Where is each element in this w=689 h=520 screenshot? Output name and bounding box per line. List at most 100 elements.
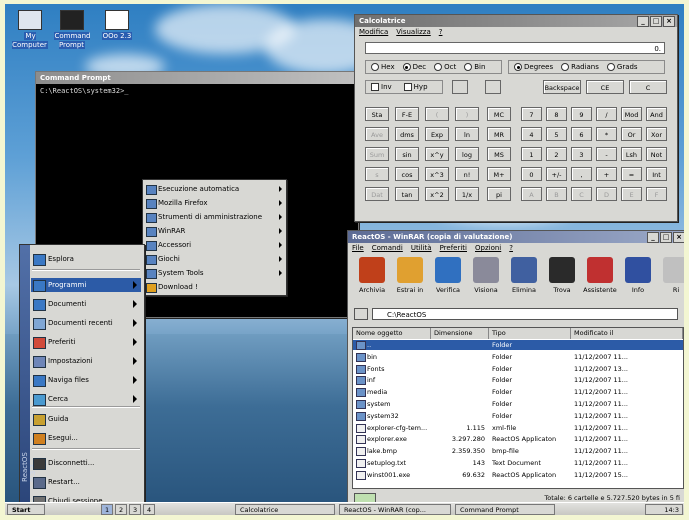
start-item-restart[interactable]: Restart... xyxy=(31,475,141,489)
toolbar-view-button[interactable]: Visiona xyxy=(468,255,504,294)
menu-?[interactable]: ? xyxy=(509,243,513,254)
column-modified[interactable]: Modificato il xyxy=(571,328,683,339)
calc-key[interactable]: / xyxy=(596,107,617,121)
folder-up-button[interactable] xyxy=(354,308,368,320)
calc-key[interactable]: C xyxy=(571,187,592,201)
toolbar-wizard-button[interactable]: Assistente xyxy=(582,255,618,294)
calc-key[interactable]: Dat xyxy=(365,187,389,201)
table-row[interactable]: inf Folder 11/12/2007 11... xyxy=(353,375,683,386)
calc-key[interactable]: 6 xyxy=(571,127,592,141)
minimize-button[interactable]: _ xyxy=(647,232,659,243)
table-row[interactable]: system Folder 11/12/2007 11... xyxy=(353,399,683,409)
calc-key[interactable]: Sta xyxy=(365,107,389,121)
minimize-button[interactable]: _ xyxy=(637,16,649,27)
calc-key[interactable]: Int xyxy=(646,167,667,181)
angle-radio-degrees[interactable]: Degrees xyxy=(514,63,553,71)
toolbar-extract-button[interactable]: Estrai in xyxy=(392,255,428,294)
calc-key[interactable]: x^y xyxy=(425,147,449,161)
calc-key[interactable]: E xyxy=(621,187,642,201)
c-button[interactable]: C xyxy=(629,80,667,94)
memory-key[interactable]: MR xyxy=(487,127,511,141)
table-row[interactable]: lake.bmp 2.359.350 bmp-file 11/12/2007 11..… xyxy=(353,446,683,457)
memory-key[interactable]: pi xyxy=(487,187,511,201)
column-name[interactable]: Nome oggetto xyxy=(353,328,431,339)
calc-key[interactable]: x^3 xyxy=(425,167,449,181)
desktop-switch-1[interactable]: 1 xyxy=(101,504,113,515)
calc-key[interactable]: F-E xyxy=(395,107,419,121)
task-command-prompt[interactable]: Command Prompt xyxy=(455,504,555,515)
table-row[interactable]: explorer.exe 3.297.280 ReactOS Applicaton 1… xyxy=(353,434,683,445)
table-row[interactable]: bin Folder 11/12/2007 11... xyxy=(353,352,683,362)
maximize-button[interactable]: □ xyxy=(650,16,662,27)
desktop-switch-4[interactable]: 4 xyxy=(143,504,155,515)
memory-key[interactable]: MC xyxy=(487,107,511,121)
submenu-item-system-tools[interactable]: System Tools xyxy=(143,267,286,280)
calc-key[interactable]: Or xyxy=(621,127,642,141)
calc-key[interactable]: Not xyxy=(646,147,667,161)
start-item-programmi[interactable]: Programmi xyxy=(31,278,141,292)
start-item-documenti-recenti[interactable]: Documenti recenti xyxy=(31,316,141,330)
table-row[interactable]: .. Folder xyxy=(353,340,683,350)
menu-help[interactable]: ? xyxy=(439,27,443,38)
toolbar-info-button[interactable]: Info xyxy=(620,255,656,294)
table-row[interactable]: Fonts Folder 11/12/2007 13... xyxy=(353,364,683,374)
calc-key[interactable]: 1 xyxy=(521,147,542,161)
menu-preferiti[interactable]: Preferiti xyxy=(440,243,467,254)
calc-key[interactable]: B xyxy=(546,187,567,201)
calc-key[interactable]: +/- xyxy=(546,167,567,181)
calc-key[interactable]: D xyxy=(596,187,617,201)
desktop-icon-my-computer[interactable]: My Computer xyxy=(8,10,52,50)
submenu-item-giochi[interactable]: Giochi xyxy=(143,253,286,266)
calc-key[interactable]: 4 xyxy=(521,127,542,141)
desktop-icon-ooo[interactable]: OOo 2.3 xyxy=(95,10,139,41)
base-radio-hex[interactable]: Hex xyxy=(371,63,395,71)
calc-key[interactable]: 5 xyxy=(546,127,567,141)
calc-key[interactable]: * xyxy=(596,127,617,141)
close-button[interactable]: × xyxy=(663,16,675,27)
calc-key[interactable]: 0 xyxy=(521,167,542,181)
table-row[interactable]: setuplog.txt 143 Text Document 11/12/2007 1… xyxy=(353,458,683,468)
angle-radio-grads[interactable]: Grads xyxy=(606,63,638,71)
start-item-naviga-files[interactable]: Naviga files xyxy=(31,373,141,387)
base-radio-dec[interactable]: Dec xyxy=(402,63,426,71)
calc-key[interactable]: A xyxy=(521,187,542,201)
calc-key[interactable]: Lsh xyxy=(621,147,642,161)
calc-key[interactable]: F xyxy=(646,187,667,201)
calculator-window[interactable]: Calcolatrice _ □ × Modifica Visualizza ?… xyxy=(354,14,678,222)
menu-opzioni[interactable]: Opzioni xyxy=(475,243,501,254)
menu-visualizza[interactable]: Visualizza xyxy=(396,27,430,38)
table-row[interactable]: media Folder 11/12/2007 11... xyxy=(353,387,683,398)
submenu-item-accessori[interactable]: Accessori xyxy=(143,239,286,252)
base-radio-bin[interactable]: Bin xyxy=(464,63,485,71)
desktop-icon-command-prompt[interactable]: Command Prompt xyxy=(50,10,94,50)
start-item-guida[interactable]: Guida xyxy=(31,412,141,426)
calc-key[interactable]: = xyxy=(621,167,642,181)
start-item-esegui[interactable]: Esegui... xyxy=(31,431,141,445)
submenu-item-esecuzione-automatica[interactable]: Esecuzione automatica xyxy=(143,183,286,196)
calc-key[interactable]: Ave xyxy=(365,127,389,141)
start-item-preferiti[interactable]: Preferiti xyxy=(31,335,141,349)
calc-key[interactable]: cos xyxy=(395,167,419,181)
column-type[interactable]: Tipo xyxy=(489,328,571,339)
angle-radio-radians[interactable]: Radians xyxy=(561,63,599,71)
calc-key[interactable]: , xyxy=(571,167,592,181)
calc-key[interactable]: 9 xyxy=(571,107,592,121)
start-item-disconnetti[interactable]: Disconnetti... xyxy=(31,456,141,470)
task-calculator[interactable]: Calcolatrice xyxy=(235,504,335,515)
calc-key[interactable]: Sum xyxy=(365,147,389,161)
submenu-item-winrar[interactable]: WinRAR xyxy=(143,225,286,238)
toolbar-delete-button[interactable]: Elimina xyxy=(506,255,542,294)
close-button[interactable]: × xyxy=(673,232,684,243)
calc-key[interactable]: 1/x xyxy=(455,187,479,201)
calc-key[interactable]: Xor xyxy=(646,127,667,141)
cmd-titlebar[interactable]: Command Prompt xyxy=(36,72,358,84)
toolbar-find-button[interactable]: Trova xyxy=(544,255,580,294)
toolbar-archive-button[interactable]: Archivia xyxy=(354,255,390,294)
memory-key[interactable]: M+ xyxy=(487,167,511,181)
calc-key[interactable]: 8 xyxy=(546,107,567,121)
start-item-esplora[interactable]: Esplora xyxy=(31,252,141,266)
inv-checkbox[interactable]: Inv xyxy=(371,83,392,91)
submenu-item-strumenti-di-amministrazione[interactable]: Strumenti di amministrazione xyxy=(143,211,286,224)
cmd-output[interactable]: C:\ReactOS\system32>_ xyxy=(36,84,358,98)
calc-key[interactable]: ln xyxy=(455,127,479,141)
